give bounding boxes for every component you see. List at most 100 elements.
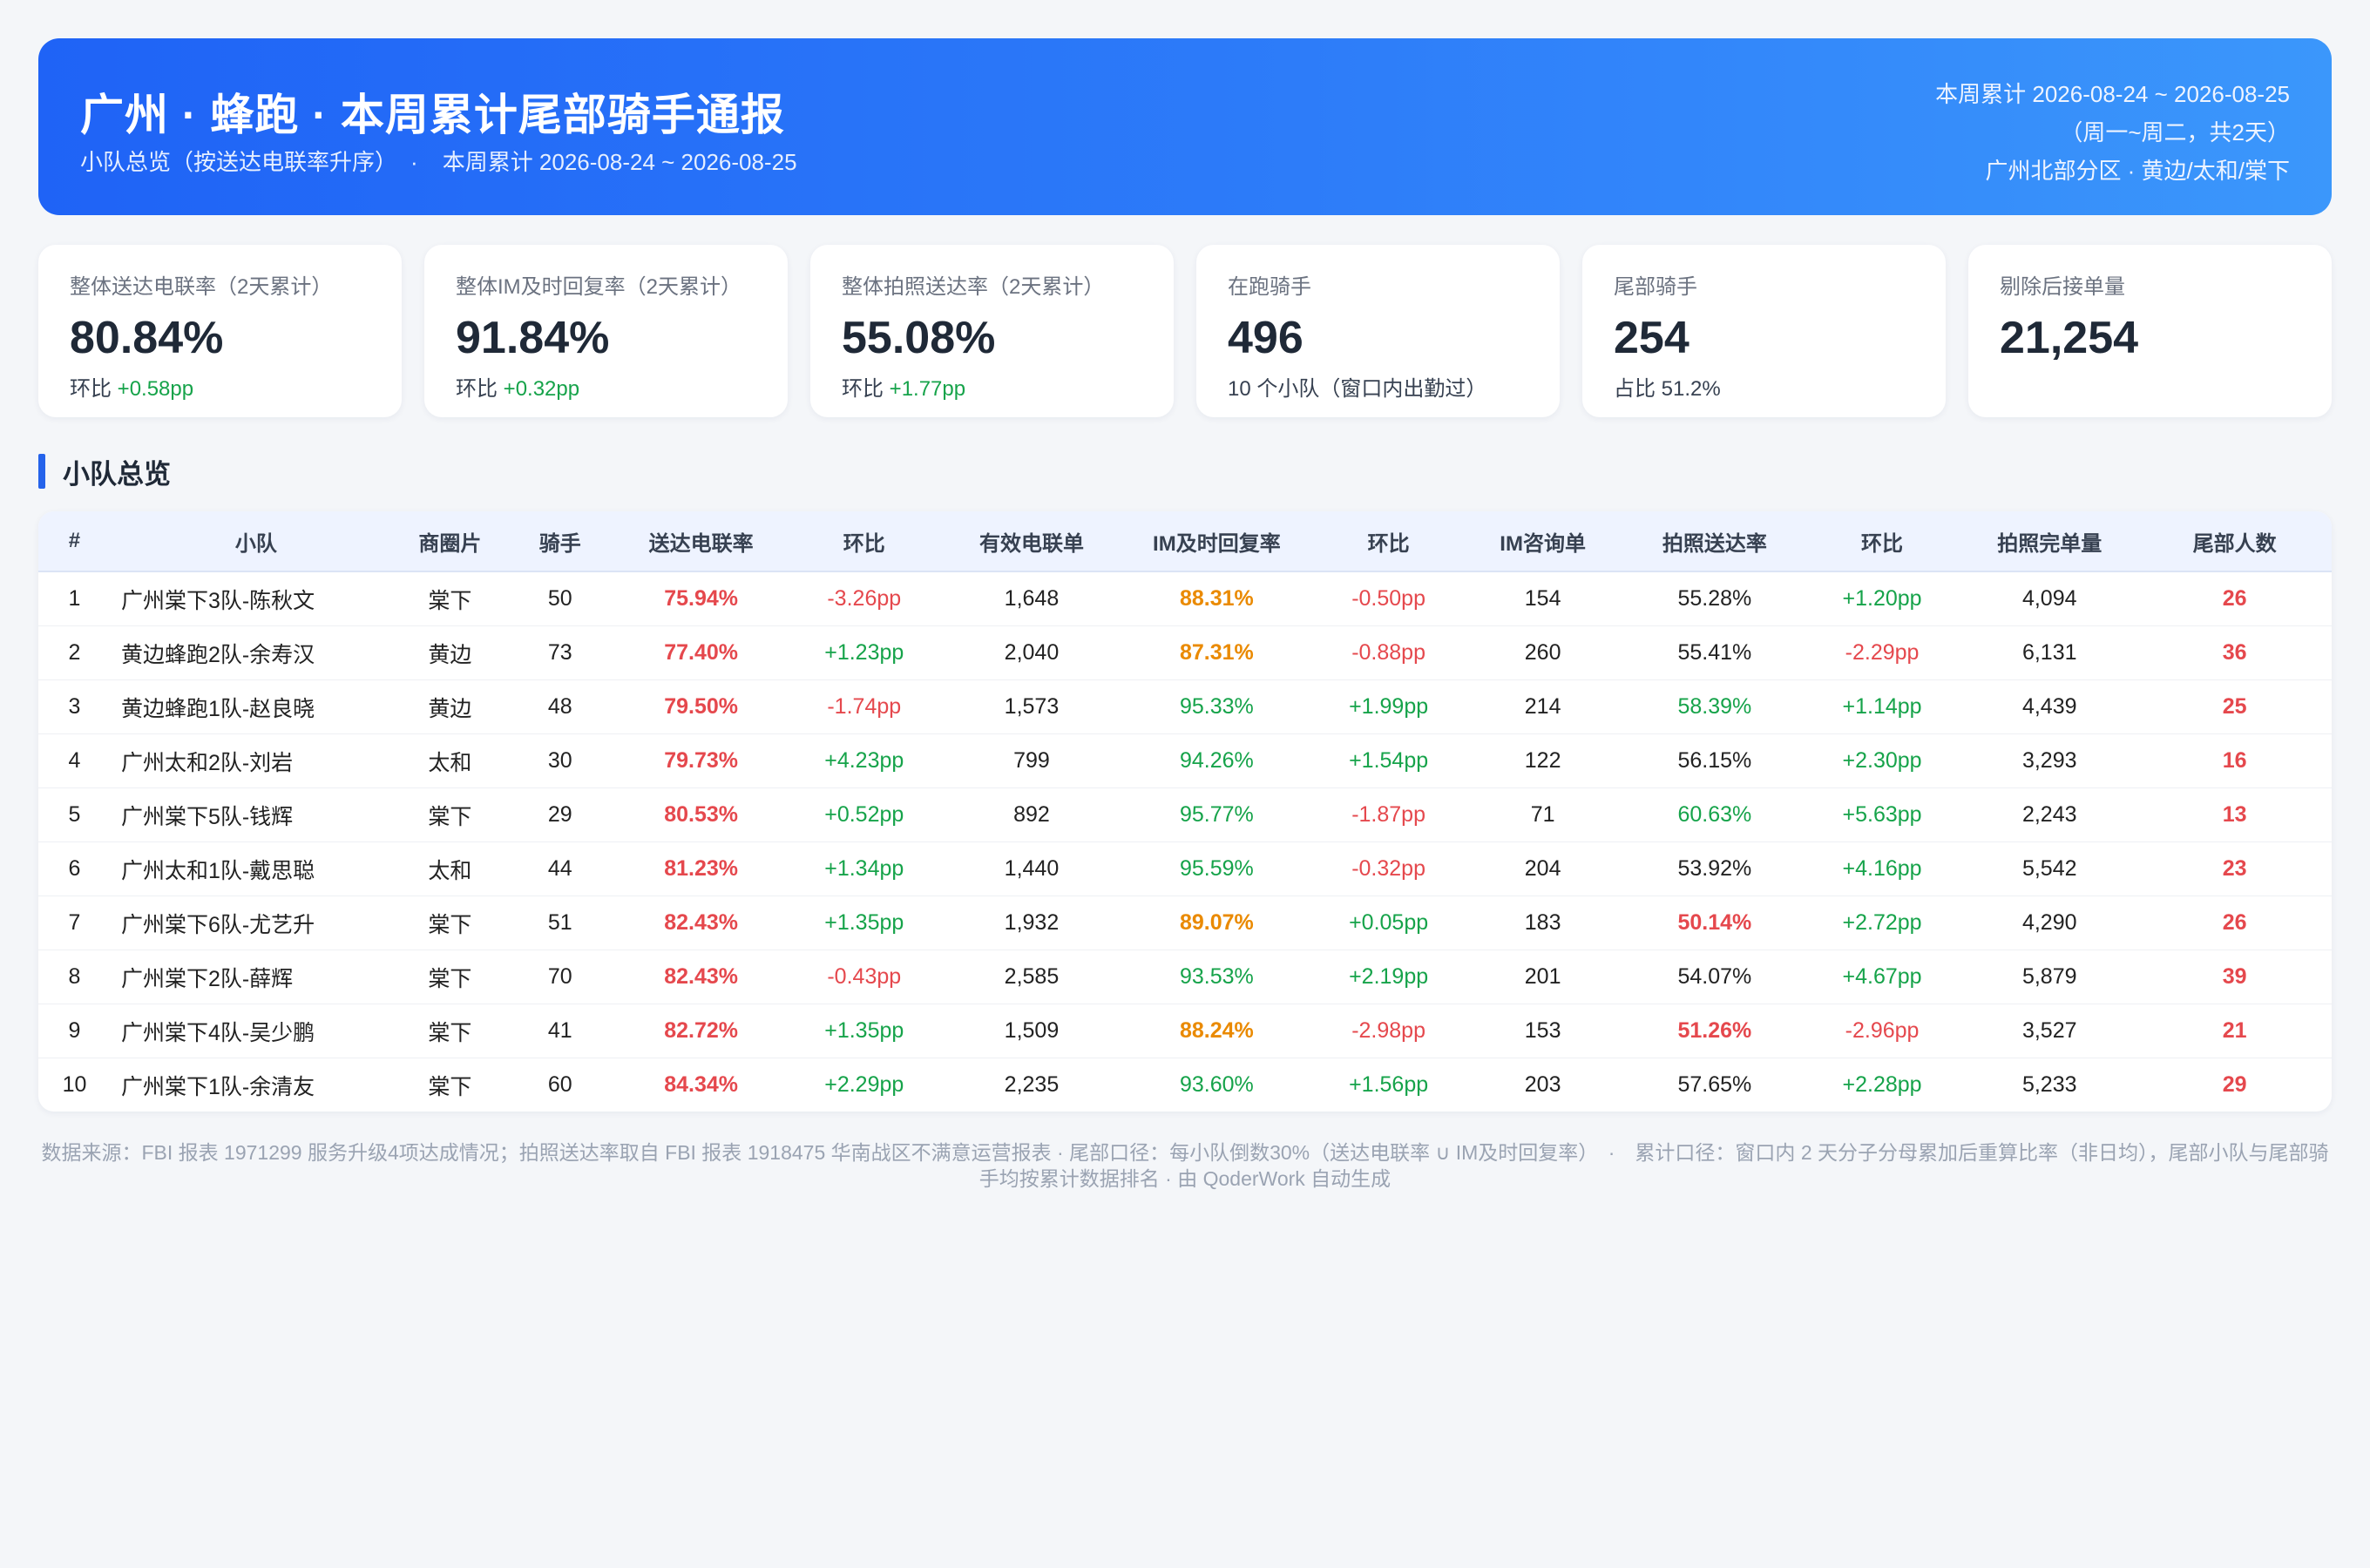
table-row[interactable]: 8 广州棠下2队-薛辉 棠下 70 82.43% -0.43pp 2,585 93.53% +2… <box>38 950 2332 1004</box>
header-col-im-reply-rate[interactable]: IM及时回复率 <box>1115 511 1318 572</box>
cell-col-call-rate-delta: +1.35pp <box>780 1004 948 1058</box>
table-row[interactable]: 9 广州棠下4队-吴少鹏 棠下 41 82.72% +1.35pp 1,509 88.24% -… <box>38 1004 2332 1058</box>
cell-col-riders: 29 <box>498 787 622 842</box>
cell-col-index: 8 <box>38 950 111 1004</box>
table-row[interactable]: 2 黄边蜂跑2队-余寿汉 黄边 73 77.40% +1.23pp 2,040 87.31% -… <box>38 625 2332 680</box>
cell-col-valid-calls: 1,573 <box>947 679 1116 734</box>
cell-col-valid-calls: 2,040 <box>947 625 1116 680</box>
cell-col-index: 7 <box>38 896 111 950</box>
header-col-team[interactable]: 小队 <box>110 511 402 572</box>
kpi-sub-prefix: 10 个小队（窗口内出勤过） <box>1228 377 1487 401</box>
cell-col-im-reply-delta: -1.87pp <box>1317 787 1459 842</box>
cell-col-call-rate-delta: +1.35pp <box>780 896 948 950</box>
kpi-sub-prefix: 环比 <box>842 377 890 401</box>
cell-col-index: 6 <box>38 841 111 896</box>
team-table-container: # 小队 商圈片 骑手 送达电联率 环比 有效电联单 IM及时回复率 环比 IM咨询单 拍照送达率环… <box>38 511 2332 1112</box>
cell-col-photo-rate-delta: +2.30pp <box>1803 733 1962 788</box>
cell-col-area: 太和 <box>401 841 498 896</box>
cell-col-call-rate-delta: +4.23pp <box>780 733 948 788</box>
header-col-tail-count[interactable]: 尾部人数 <box>2137 511 2332 572</box>
cell-col-photo-rate-delta: +2.72pp <box>1803 896 1962 950</box>
cell-col-tail-count: 16 <box>2137 733 2332 788</box>
cell-col-im-queries: 71 <box>1459 787 1627 842</box>
kpi-sub: 环比 +0.58pp <box>70 371 370 402</box>
cell-col-photo-rate-delta: +5.63pp <box>1803 787 1962 842</box>
table-row[interactable]: 3 黄边蜂跑1队-赵良晓 黄边 48 79.50% -1.74pp 1,573 95.33% +… <box>38 679 2332 734</box>
table-row[interactable]: 7 广州棠下6队-尤艺升 棠下 51 82.43% +1.35pp 1,932 89.07% +… <box>38 896 2332 950</box>
cell-col-team: 黄边蜂跑2队-余寿汉 <box>110 625 402 680</box>
cell-col-area: 棠下 <box>401 950 498 1004</box>
cell-col-team: 广州太和1队-戴思聪 <box>110 841 402 896</box>
cell-col-photo-orders: 5,233 <box>2021 1072 2077 1097</box>
header-col-call-rate-delta[interactable]: 环比 <box>780 511 948 572</box>
cell-col-team: 黄边蜂跑1队-赵良晓 <box>110 679 402 734</box>
cell-col-area: 太和 <box>401 733 498 788</box>
cell-col-photo-rate: 50.14% <box>1626 896 1804 950</box>
table-header-row: # 小队 商圈片 骑手 送达电联率 环比 有效电联单 IM及时回复率 环比 IM咨询单 拍照送达率环… <box>38 511 2332 572</box>
table-row[interactable]: 1 广州棠下3队-陈秋文 棠下 50 75.94% -3.26pp 1,648 88.31% -… <box>38 571 2332 626</box>
cell-col-valid-calls: 2,585 <box>947 950 1116 1004</box>
cell-col-area: 棠下 <box>401 1004 498 1058</box>
header-col-im-reply-delta[interactable]: 环比 <box>1317 511 1459 572</box>
cell-col-index: 4 <box>38 733 111 788</box>
kpi-value: 496 <box>1228 313 1304 363</box>
cell-col-photo-rate: 56.15% <box>1626 733 1804 788</box>
cell-col-call-rate-delta: +1.34pp <box>780 841 948 896</box>
cell-col-valid-calls: 1,440 <box>947 841 1116 896</box>
cell-col-im-reply-rate: 89.07% <box>1115 896 1318 950</box>
kpi-card-orders-after-exclusion: 剔除后接单量 21,254 <box>1968 245 2332 417</box>
cell-col-im-reply-rate: 93.53% <box>1115 950 1318 1004</box>
cell-col-photo-orders: 2,243 <box>1961 787 2138 842</box>
header-col-photo-rate[interactable]: 拍照送达率 <box>1626 511 1804 572</box>
cell-col-tail-count: 13 <box>2137 787 2332 842</box>
cell-col-riders: 44 <box>498 841 622 896</box>
cell-col-im-queries: 183 <box>1459 896 1627 950</box>
kpi-card-delivery-call-rate: 整体送达电联率（2天累计） 80.84% 环比 +0.58pp <box>38 245 402 417</box>
cell-col-im-queries: 260 <box>1459 625 1627 680</box>
table-row[interactable]: 4 广州太和2队-刘岩 太和 30 79.73% +4.23pp 799 94.26% +1.5… <box>38 733 2332 788</box>
section-header: 小队总览 <box>38 454 2332 490</box>
header-col-index[interactable]: # <box>38 511 111 572</box>
cell-col-photo-rate: 54.07% <box>1626 950 1804 1004</box>
kpi-sub-prefix: 环比 <box>70 377 118 401</box>
cell-col-im-queries: 203 <box>1524 1072 1561 1097</box>
header-date-range: 本周累计 2026-08-24 ~ 2026-08-25 <box>1935 81 2290 107</box>
table-row[interactable]: 5 广州棠下5队-钱辉 棠下 29 80.53% +0.52pp 892 95.77% -1.8… <box>38 787 2332 842</box>
kpi-label: 在跑骑手 <box>1228 275 1311 299</box>
header-col-photo-orders[interactable]: 拍照完单量 <box>1961 511 2138 572</box>
cell-col-call-rate-delta: +0.52pp <box>780 787 948 842</box>
header-col-call-rate[interactable]: 送达电联率 <box>621 511 781 572</box>
kpi-card-tail-riders: 尾部骑手 254 占比 51.2% <box>1582 245 1946 417</box>
table-row[interactable]: 6 广州太和1队-戴思聪 太和 44 81.23% +1.34pp 1,440 95.59% -… <box>38 841 2332 896</box>
subtitle-sort-note: 小队总览（按送达电联率升序） <box>80 149 387 175</box>
cell-col-photo-rate-delta: +1.20pp <box>1803 571 1962 626</box>
cell-col-im-reply-rate: 88.24% <box>1115 1004 1318 1058</box>
cell-col-photo-orders: 5,879 <box>1961 950 2138 1004</box>
cell-col-team: 广州棠下5队-钱辉 <box>110 787 402 842</box>
cell-col-im-reply-rate: 95.33% <box>1115 679 1318 734</box>
cell-col-photo-orders: 4,290 <box>1961 896 2138 950</box>
cell-col-im-reply-rate: 95.59% <box>1115 841 1318 896</box>
cell-col-photo-rate: 51.26% <box>1626 1004 1804 1058</box>
header-col-im-queries[interactable]: IM咨询单 <box>1459 511 1627 572</box>
kpi-value: 254 <box>1614 313 1689 363</box>
header-col-area[interactable]: 商圈片 <box>401 511 498 572</box>
header-banner: 广州 · 蜂跑 · 本周累计尾部骑手通报 小队总览（按送达电联率升序） · 本周累计… <box>38 38 2332 215</box>
header-col-valid-calls[interactable]: 有效电联单 <box>947 511 1116 572</box>
table-row[interactable]: 10 广州棠下1队-余清友 棠下 60 84.34% +2.29pp 2,235 93.60%… <box>38 1058 2332 1112</box>
cell-col-tail-count: 36 <box>2137 625 2332 680</box>
cell-col-valid-calls: 1,648 <box>947 571 1116 626</box>
kpi-card-active-riders: 在跑骑手 496 10 个小队（窗口内出勤过） <box>1196 245 1560 417</box>
header-col-riders[interactable]: 骑手 <box>498 511 622 572</box>
header-meta: 本周累计 2026-08-24 ~ 2026-08-25 （周一~周二，共2天）… <box>1935 75 2290 190</box>
cell-col-team: 广州棠下6队-尤艺升 <box>110 896 402 950</box>
cell-col-im-reply-delta: +2.19pp <box>1317 950 1459 1004</box>
kpi-label: 整体送达电联率（2天累计） <box>70 275 333 299</box>
cell-col-area: 棠下 <box>428 1074 472 1099</box>
cell-col-call-rate: 77.40% <box>621 625 781 680</box>
cell-col-tail-count: 25 <box>2137 679 2332 734</box>
cell-col-im-reply-delta: +1.99pp <box>1317 679 1459 734</box>
cell-col-photo-rate: 58.39% <box>1626 679 1804 734</box>
header-col-photo-rate-delta[interactable]: 环比 <box>1803 511 1962 572</box>
kpi-label: 尾部骑手 <box>1614 275 1697 299</box>
